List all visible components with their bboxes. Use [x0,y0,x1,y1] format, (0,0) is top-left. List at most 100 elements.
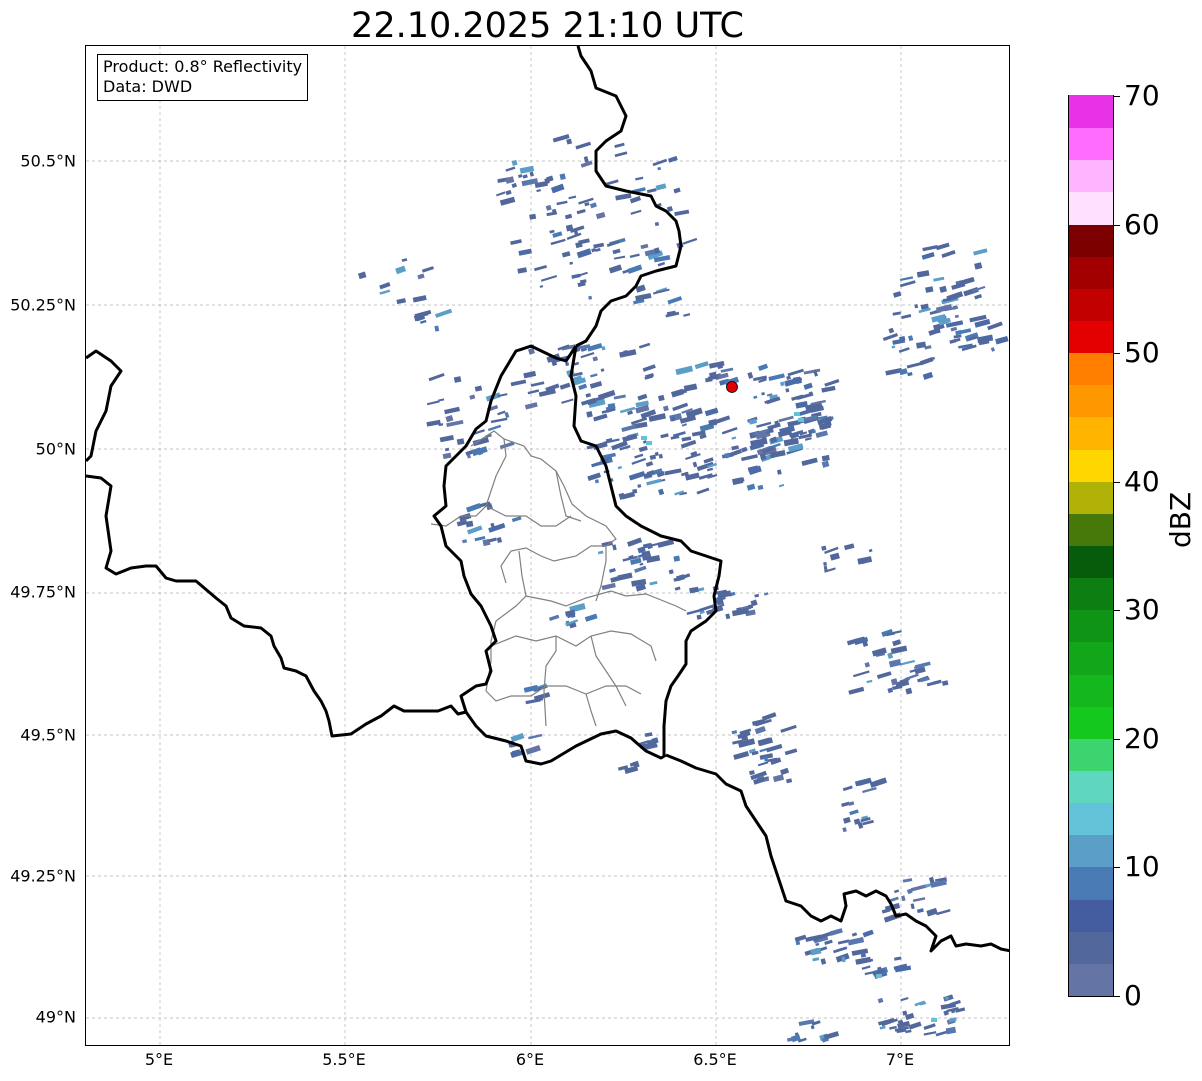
product-info-box: Product: 0.8° Reflectivity Data: DWD [97,54,309,101]
echo-cell [641,436,647,440]
echo-cell [627,264,643,274]
echo-cell [898,347,910,353]
data-source-label: Data: DWD [103,77,193,96]
echo-cell [954,314,959,319]
colorbar-segment [1069,223,1113,257]
echo-cell [741,454,758,462]
echo-cell [823,1031,840,1040]
echo-cell [645,461,654,467]
y-tick-label: 49.75°N [10,582,76,602]
colorbar-tick-label: 30 [1124,593,1160,627]
echo-cell [821,454,830,462]
echo-cell [815,942,820,947]
echo-cell [841,801,850,807]
echo-cell [899,276,914,282]
echo-cell [548,614,560,622]
echo-cell [768,373,785,381]
echo-cell [584,202,590,207]
echo-cell [644,732,653,738]
echo-cell [434,325,440,332]
echo-cell [673,555,681,562]
echo-cell [747,371,754,379]
echo-cell [801,457,818,466]
colorbar-tick-label: 20 [1124,721,1160,755]
echo-cell [561,398,574,404]
echo-cell [673,573,691,582]
echo-cell [619,349,637,358]
echo-cell [580,351,595,359]
echo-cell [569,261,574,265]
echo-cell [568,195,577,200]
echo-cell [674,209,690,216]
echo-cell [681,423,688,427]
echo-cell [612,248,621,255]
echo-cell [646,441,652,445]
echo-cell [706,467,714,472]
echo-cell [465,502,482,513]
echo-cell [746,483,756,491]
echo-cell [629,195,642,204]
colorbar-segment [1069,255,1113,289]
echo-cell [888,658,902,668]
echo-cell [627,537,643,547]
y-tick-label: 49.5°N [20,725,76,745]
echo-cell [658,394,665,402]
colorbar-segment [1069,577,1113,611]
echo-cell [510,379,527,387]
echo-cell [668,155,678,163]
echo-cell [963,287,979,297]
echo-cell [821,460,830,468]
colorbar-tick-label: 50 [1124,336,1160,370]
echo-cell [876,974,882,978]
echo-cell [550,238,566,246]
echo-cell [694,361,709,370]
echo-cell [505,176,515,184]
echo-cell [536,189,541,193]
echo-cell [417,273,425,280]
y-tick-label: 50.5°N [20,151,76,171]
colorbar-tick [1114,996,1120,997]
echo-cell [842,827,847,833]
echo-cell [379,282,391,290]
echo-cell [890,645,908,655]
echo-cell [844,543,855,551]
echo-cell [545,204,552,211]
echo-cell [780,724,797,733]
echo-cell [663,405,669,412]
echo-cell [684,471,689,476]
echo-cell [646,478,662,486]
echo-cell [798,1019,815,1027]
echo-cell [784,377,799,387]
echo-cell [546,211,558,217]
colorbar-tick [1114,96,1120,97]
echo-cell [613,394,626,400]
echo-cell [660,433,669,439]
echo-cell [534,265,547,272]
echo-cell [778,415,794,423]
colorbar-segment [1069,95,1113,129]
colorbar-segment [1069,770,1113,804]
echo-cell [438,398,445,402]
echo-cell [667,296,683,305]
colorbar-tick [1114,353,1120,355]
echo-cell [758,363,769,371]
echo-cell [904,673,919,681]
echo-cell [530,381,545,387]
echo-cell [631,457,647,465]
echo-cell [592,356,598,362]
echo-cell [922,371,934,380]
echo-cell [517,267,528,274]
product-label: Product: 0.8° Reflectivity [103,57,303,76]
echo-cell [566,232,582,240]
colorbar-tick-label: 70 [1124,79,1160,112]
echo-cell [681,436,692,442]
echo-cell [426,419,441,427]
radar-map [85,45,1010,1046]
colorbar-segment [1069,866,1113,900]
echo-cell [926,907,938,917]
colorbar-segment [1069,609,1113,643]
echo-cell [379,289,391,295]
echo-cell [559,382,571,390]
echo-cell [922,244,938,252]
colorbar-segment [1069,352,1113,386]
